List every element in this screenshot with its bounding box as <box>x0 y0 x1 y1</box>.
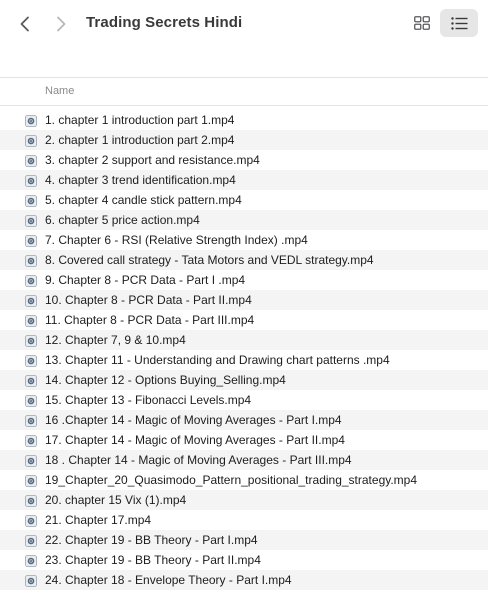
file-name: 23. Chapter 19 - BB Theory - Part II.mp4 <box>45 553 261 567</box>
column-header: Name <box>0 79 488 106</box>
video-file-icon <box>25 114 37 127</box>
file-row[interactable]: 6. chapter 5 price action.mp4 <box>0 210 488 230</box>
video-file-icon <box>25 574 37 587</box>
video-file-icon <box>25 354 37 367</box>
file-row[interactable]: 13. Chapter 11 - Understanding and Drawi… <box>0 350 488 370</box>
video-file-icon <box>25 214 37 227</box>
file-name: 15. Chapter 13 - Fibonacci Levels.mp4 <box>45 393 252 407</box>
video-file-icon <box>25 554 37 567</box>
video-file-icon <box>25 394 37 407</box>
video-file-icon <box>25 134 37 147</box>
file-name: 7. Chapter 6 - RSI (Relative Strength In… <box>45 233 308 247</box>
file-name: 3. chapter 2 support and resistance.mp4 <box>45 153 260 167</box>
file-row[interactable]: 10. Chapter 8 - PCR Data - Part II.mp4 <box>0 290 488 310</box>
file-name: 11. Chapter 8 - PCR Data - Part III.mp4 <box>45 313 255 327</box>
file-name: 2. chapter 1 introduction part 2.mp4 <box>45 133 235 147</box>
file-row[interactable]: 3. chapter 2 support and resistance.mp4 <box>0 150 488 170</box>
file-row[interactable]: 20. chapter 15 Vix (1).mp4 <box>0 490 488 510</box>
list-view-icon <box>450 16 467 30</box>
video-file-icon <box>25 474 37 487</box>
file-name: 21. Chapter 17.mp4 <box>45 513 152 527</box>
grid-view-icon <box>414 16 430 30</box>
file-list: 1. chapter 1 introduction part 1.mp4 2. c… <box>0 110 488 590</box>
file-name: 16 .Chapter 14 - Magic of Moving Average… <box>45 413 342 427</box>
file-row[interactable]: 24. Chapter 18 - Envelope Theory - Part … <box>0 570 488 590</box>
file-name: 19_Chapter_20_Quasimodo_Pattern_position… <box>45 473 418 487</box>
file-row[interactable]: 22. Chapter 19 - BB Theory - Part I.mp4 <box>0 530 488 550</box>
file-name: 4. chapter 3 trend identification.mp4 <box>45 173 236 187</box>
video-file-icon <box>25 314 37 327</box>
video-file-icon <box>25 374 37 387</box>
file-row[interactable]: 5. chapter 4 candle stick pattern.mp4 <box>0 190 488 210</box>
file-name: 6. chapter 5 price action.mp4 <box>45 213 200 227</box>
file-row[interactable]: 12. Chapter 7, 9 & 10.mp4 <box>0 330 488 350</box>
file-row[interactable]: 18 . Chapter 14 - Magic of Moving Averag… <box>0 450 488 470</box>
forward-button[interactable] <box>48 10 74 38</box>
file-row[interactable]: 14. Chapter 12 - Options Buying_Selling.… <box>0 370 488 390</box>
file-name: 8. Covered call strategy - Tata Motors a… <box>45 253 374 267</box>
video-file-icon <box>25 534 37 547</box>
list-view-button[interactable] <box>440 9 478 37</box>
video-file-icon <box>25 274 37 287</box>
file-row[interactable]: 17. Chapter 14 - Magic of Moving Average… <box>0 430 488 450</box>
file-row[interactable]: 7. Chapter 6 - RSI (Relative Strength In… <box>0 230 488 250</box>
video-file-icon <box>25 334 37 347</box>
file-name: 1. chapter 1 introduction part 1.mp4 <box>45 113 235 127</box>
video-file-icon <box>25 254 37 267</box>
file-name: 17. Chapter 14 - Magic of Moving Average… <box>45 433 345 447</box>
toolbar: Trading Secrets Hindi <box>0 0 488 78</box>
video-file-icon <box>25 434 37 447</box>
file-name: 20. chapter 15 Vix (1).mp4 <box>45 493 187 507</box>
video-file-icon <box>25 294 37 307</box>
file-name: 10. Chapter 8 - PCR Data - Part II.mp4 <box>45 293 252 307</box>
name-column-header[interactable]: Name <box>45 85 74 97</box>
file-row[interactable]: 1. chapter 1 introduction part 1.mp4 <box>0 110 488 130</box>
file-name: 22. Chapter 19 - BB Theory - Part I.mp4 <box>45 533 258 547</box>
back-button[interactable] <box>12 10 38 38</box>
file-name: 13. Chapter 11 - Understanding and Drawi… <box>45 353 390 367</box>
file-row[interactable]: 19_Chapter_20_Quasimodo_Pattern_position… <box>0 470 488 490</box>
file-row[interactable]: 21. Chapter 17.mp4 <box>0 510 488 530</box>
file-row[interactable]: 2. chapter 1 introduction part 2.mp4 <box>0 130 488 150</box>
video-file-icon <box>25 414 37 427</box>
video-file-icon <box>25 194 37 207</box>
chevron-right-icon <box>57 16 66 32</box>
grid-view-button[interactable] <box>406 9 438 37</box>
chevron-left-icon <box>20 16 29 32</box>
video-file-icon <box>25 454 37 467</box>
file-row[interactable]: 11. Chapter 8 - PCR Data - Part III.mp4 <box>0 310 488 330</box>
file-name: 18 . Chapter 14 - Magic of Moving Averag… <box>45 453 352 467</box>
window-title: Trading Secrets Hindi <box>86 14 243 31</box>
file-name: 14. Chapter 12 - Options Buying_Selling.… <box>45 373 286 387</box>
file-name: 5. chapter 4 candle stick pattern.mp4 <box>45 193 242 207</box>
file-row[interactable]: 23. Chapter 19 - BB Theory - Part II.mp4 <box>0 550 488 570</box>
file-row[interactable]: 8. Covered call strategy - Tata Motors a… <box>0 250 488 270</box>
file-row[interactable]: 4. chapter 3 trend identification.mp4 <box>0 170 488 190</box>
file-row[interactable]: 15. Chapter 13 - Fibonacci Levels.mp4 <box>0 390 488 410</box>
video-file-icon <box>25 234 37 247</box>
file-name: 9. Chapter 8 - PCR Data - Part I .mp4 <box>45 273 246 287</box>
file-name: 24. Chapter 18 - Envelope Theory - Part … <box>45 573 292 587</box>
video-file-icon <box>25 514 37 527</box>
video-file-icon <box>25 174 37 187</box>
video-file-icon <box>25 154 37 167</box>
file-name: 12. Chapter 7, 9 & 10.mp4 <box>45 333 186 347</box>
file-row[interactable]: 9. Chapter 8 - PCR Data - Part I .mp4 <box>0 270 488 290</box>
file-row[interactable]: 16 .Chapter 14 - Magic of Moving Average… <box>0 410 488 430</box>
video-file-icon <box>25 494 37 507</box>
